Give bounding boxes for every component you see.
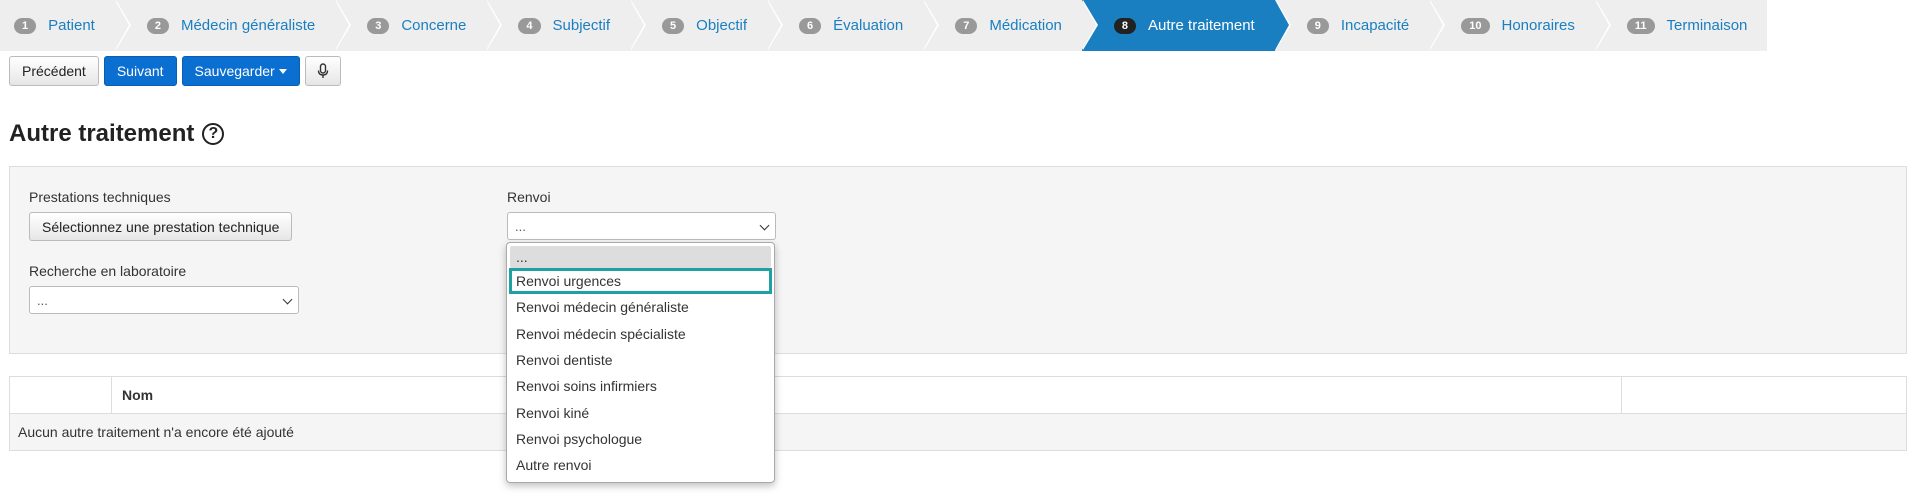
page-title: Autre traitement ? <box>9 120 225 148</box>
caret-down-icon <box>278 68 287 74</box>
toolbar: Précédent Suivant Sauvegarder <box>9 56 341 86</box>
select-prestation-button[interactable]: Sélectionnez une prestation technique <box>29 212 293 241</box>
step-medecin-generaliste[interactable]: 2 Médecin généraliste <box>114 0 352 51</box>
previous-button[interactable]: Précédent <box>9 56 99 86</box>
empty-message: Aucun autre traitement n'a encore été aj… <box>18 424 294 440</box>
step-patient[interactable]: 1 Patient <box>0 0 131 51</box>
chevron-down-icon <box>759 220 770 231</box>
step-concerne[interactable]: 3 Concerne <box>335 0 503 51</box>
column-header-actions <box>1622 377 1906 413</box>
renvoi-option[interactable]: Renvoi psychologue <box>507 426 774 452</box>
laboratoire-select-value: ... <box>37 292 48 308</box>
renvoi-option[interactable]: Autre renvoi <box>507 452 774 478</box>
renvoi-dropdown-list: ... Renvoi urgences Renvoi médecin génér… <box>506 242 775 484</box>
microphone-icon <box>317 63 328 78</box>
step-medication[interactable]: 7 Médication <box>923 0 1098 51</box>
renvoi-option[interactable]: Renvoi soins infirmiers <box>507 373 774 399</box>
prestations-label: Prestations techniques <box>29 189 171 205</box>
laboratoire-label: Recherche en laboratoire <box>29 263 187 279</box>
help-icon[interactable]: ? <box>202 123 225 145</box>
column-header-select <box>10 377 112 413</box>
step-subjectif[interactable]: 4 Subjectif <box>486 0 646 51</box>
renvoi-option[interactable]: Renvoi médecin spécialiste <box>507 321 774 347</box>
wizard-steps: 1 Patient 2 Médecin généraliste 3 Concerne … <box>0 0 1768 51</box>
table-empty-row: Aucun autre traitement n'a encore été aj… <box>10 414 1906 450</box>
step-objectif[interactable]: 5 Objectif <box>630 0 784 51</box>
page-title-text: Autre traitement <box>9 120 195 147</box>
save-dropdown-button[interactable]: Sauvegarder <box>181 56 300 86</box>
renvoi-option[interactable]: Renvoi médecin généraliste <box>507 294 774 320</box>
step-incapacite[interactable]: 9 Incapacité <box>1274 0 1445 51</box>
table-header: Nom <box>10 377 1906 414</box>
laboratoire-select[interactable]: ... <box>29 286 299 314</box>
microphone-button[interactable] <box>304 56 341 86</box>
renvoi-select[interactable]: ... <box>507 212 776 240</box>
save-label: Sauvegarder <box>194 63 275 79</box>
renvoi-select-value: ... <box>515 218 526 234</box>
renvoi-option[interactable]: Renvoi urgences <box>509 268 772 295</box>
step-evaluation[interactable]: 6 Évaluation <box>767 0 940 51</box>
step-autre-traitement[interactable]: 8 Autre traitement <box>1081 0 1291 51</box>
form-panel: Prestations techniques Sélectionnez une … <box>9 166 1907 354</box>
step-terminaison[interactable]: 11 Terminaison <box>1594 0 1768 51</box>
step-honoraires[interactable]: 10 Honoraires <box>1429 0 1611 51</box>
renvoi-option[interactable]: Renvoi dentiste <box>507 347 774 373</box>
next-button[interactable]: Suivant <box>103 56 177 86</box>
renvoi-option[interactable]: ... <box>510 246 771 268</box>
treatments-table: Nom Aucun autre traitement n'a encore ét… <box>9 376 1907 451</box>
renvoi-label: Renvoi <box>507 189 551 205</box>
column-header-nom: Nom <box>112 377 1622 413</box>
chevron-down-icon <box>282 294 293 305</box>
renvoi-option[interactable]: Renvoi kiné <box>507 399 774 425</box>
